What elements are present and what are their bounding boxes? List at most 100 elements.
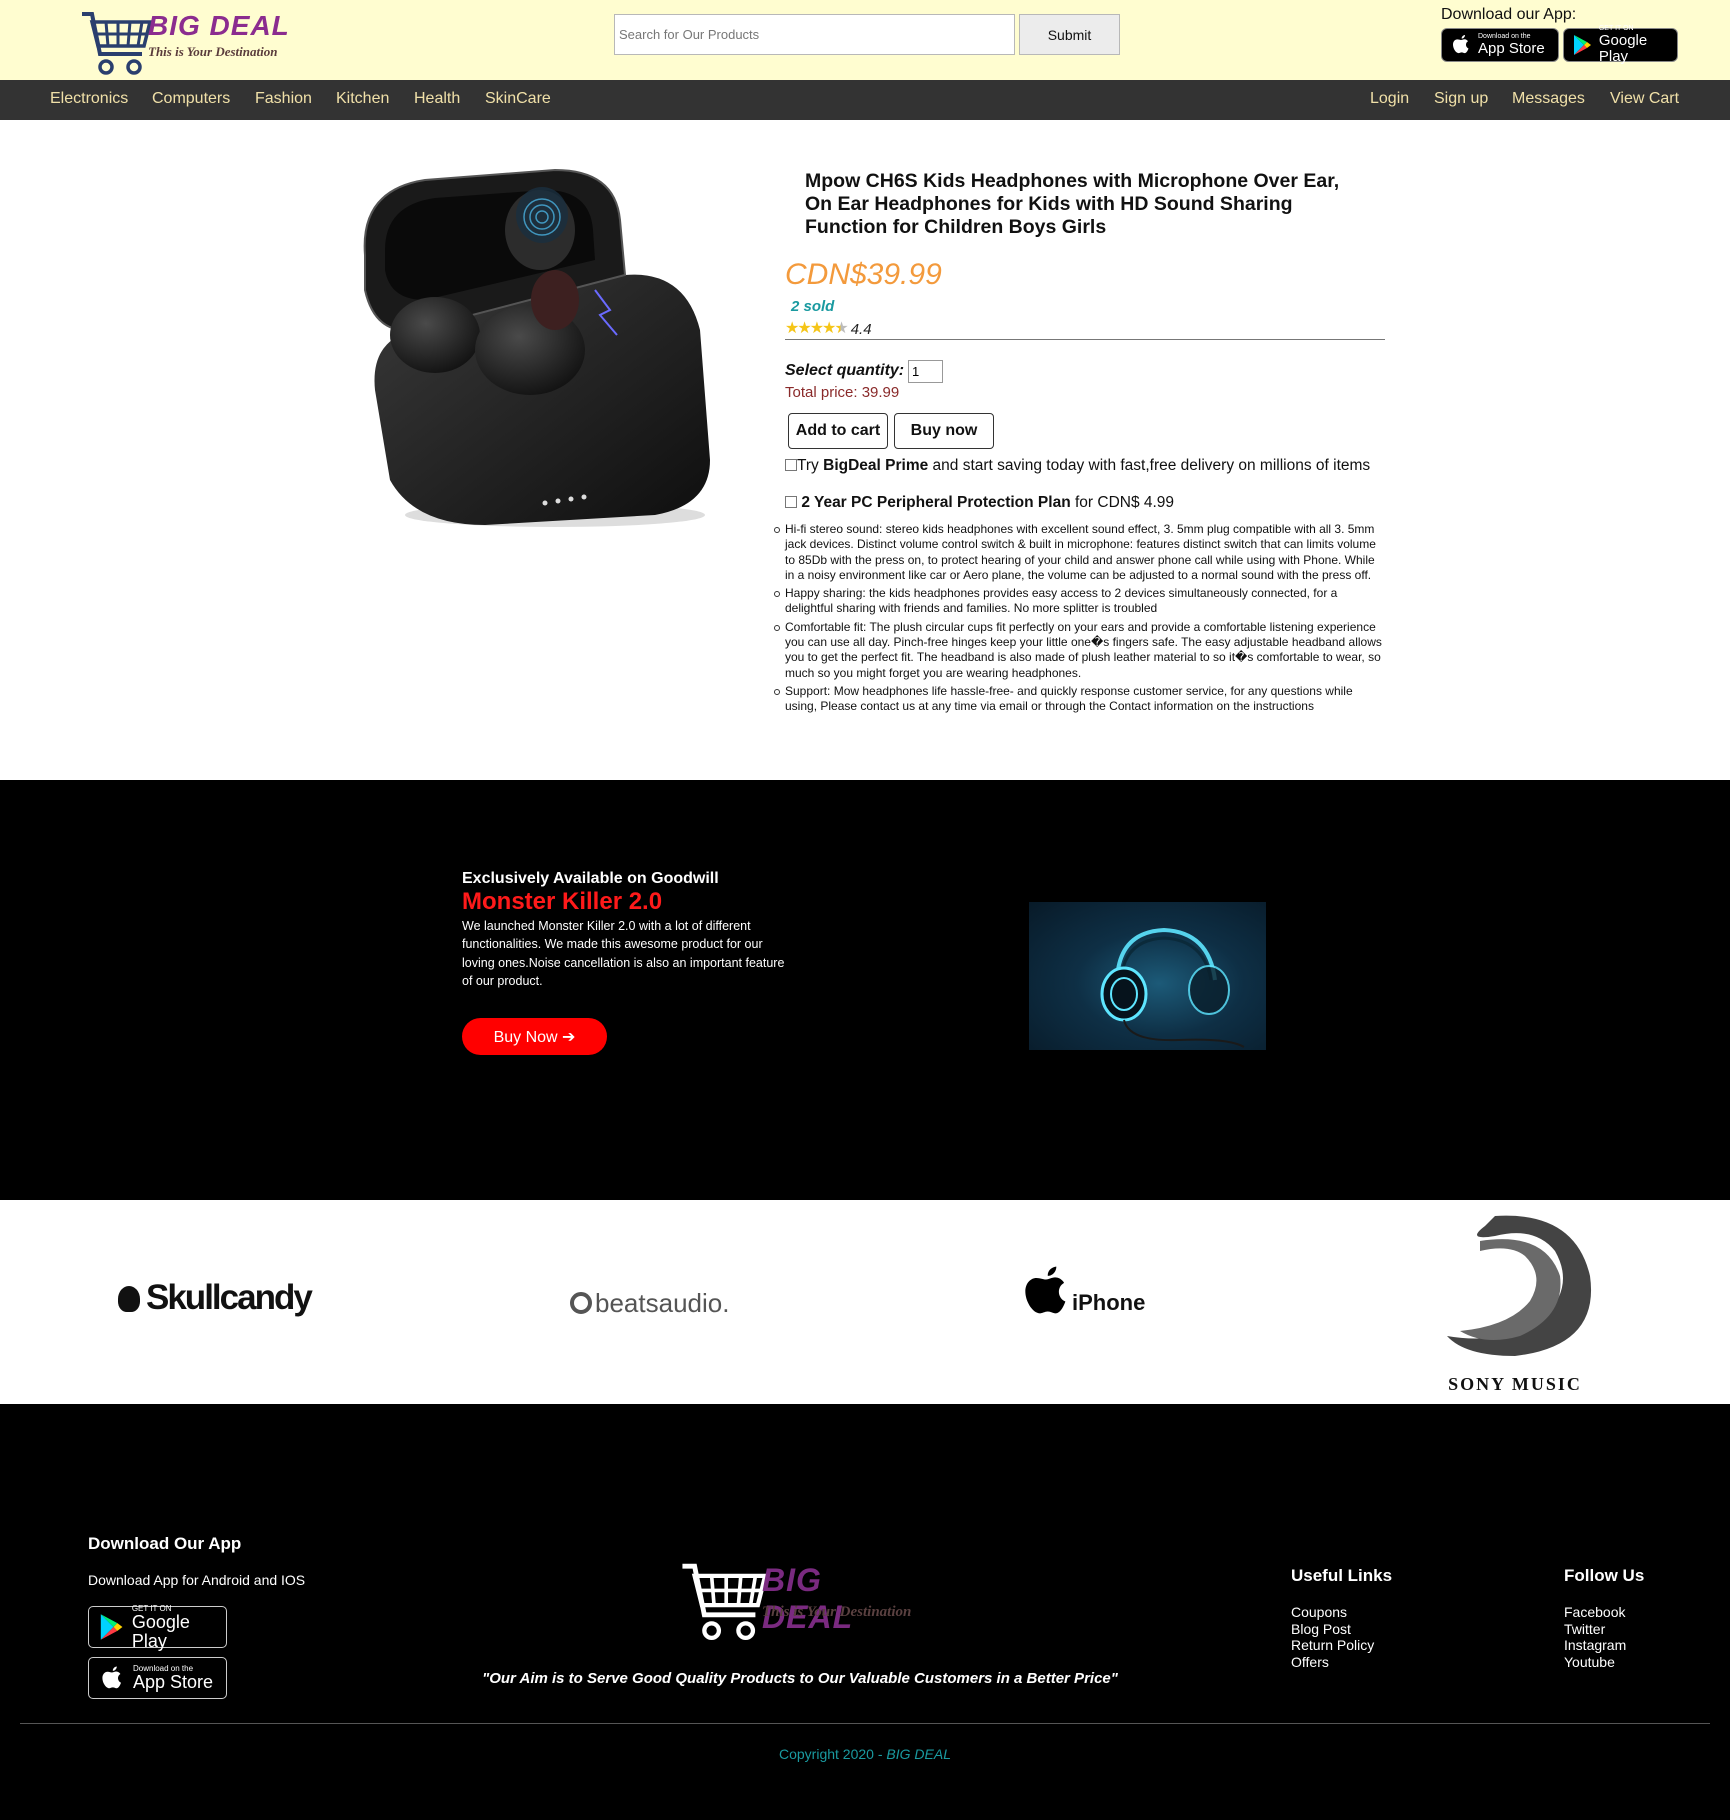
logo-title: BIG DEAL [148, 10, 290, 41]
nav-messages[interactable]: Messages [1512, 90, 1585, 108]
link-offers[interactable]: Offers [1291, 1654, 1374, 1671]
promo-buy-now-button[interactable]: Buy Now ➔ [462, 1018, 607, 1055]
nav-fashion[interactable]: Fashion [255, 90, 312, 108]
feature-list: Hi-fi stereo sound: stereo kids headphon… [774, 522, 1385, 718]
link-twitter[interactable]: Twitter [1564, 1621, 1626, 1638]
site-logo[interactable]: BIG DEAL This is Your Destination [80, 4, 290, 78]
footer-download-heading: Download Our App [88, 1534, 242, 1553]
follow-links-list: Facebook Twitter Instagram Youtube [1564, 1604, 1626, 1670]
rating: ★★★★★ 4.4 [785, 320, 872, 338]
apple-icon [97, 1663, 127, 1693]
beats-text: beatsaudio. [595, 1288, 730, 1318]
rating-stars: ★★★★★ [785, 320, 849, 338]
prime-option: Try BigDeal Prime and start saving today… [785, 457, 1385, 475]
download-app-label: Download our App: [1441, 6, 1577, 23]
footer: Download Our App Download App for Androi… [0, 1404, 1730, 1820]
nav-computers[interactable]: Computers [152, 90, 230, 108]
total-price: Total price: 39.99 [785, 384, 900, 401]
sony-music-swirl-icon [1447, 1215, 1592, 1356]
google-play-icon [1570, 32, 1595, 58]
product-title: Mpow CH6S Kids Headphones with Microphon… [805, 170, 1340, 238]
google-play-text: GET IT ON Google Play [1599, 25, 1677, 65]
feature-item: Comfortable fit: The plush circular cups… [774, 620, 1385, 681]
prime-suffix: and start saving today with fast,free de… [928, 457, 1371, 474]
apple-icon [1448, 32, 1474, 58]
link-coupons[interactable]: Coupons [1291, 1604, 1374, 1621]
protection-plan-price: for CDN$ 4.99 [1070, 494, 1175, 511]
useful-links-list: Coupons Blog Post Return Policy Offers [1291, 1604, 1374, 1670]
divider [785, 339, 1385, 340]
useful-links-heading: Useful Links [1291, 1566, 1393, 1585]
footer-download-text: Download App for Android and IOS [88, 1572, 306, 1588]
sony-music-logo[interactable]: SONY MUSIC [1425, 1206, 1605, 1400]
quantity-label: Select quantity: [785, 362, 905, 379]
headphones-image [1029, 902, 1266, 1050]
footer-logo[interactable]: BIG DEAL This is Your Destination [680, 1554, 920, 1644]
nav-health[interactable]: Health [414, 90, 460, 108]
follow-us-heading: Follow Us [1564, 1566, 1645, 1585]
link-instagram[interactable]: Instagram [1564, 1637, 1626, 1654]
search-input[interactable] [614, 14, 1015, 55]
footer-app-store-text: Download on the App Store [133, 1664, 213, 1692]
google-play-badge[interactable]: GET IT ON Google Play [1563, 25, 1678, 65]
nav-electronics[interactable]: Electronics [50, 90, 128, 108]
footer-quote: "Our Aim is to Serve Good Quality Produc… [482, 1670, 1118, 1687]
copyright: Copyright 2020 - BIG DEAL [0, 1746, 1730, 1762]
footer-app-store-badge[interactable]: Download on the App Store [88, 1657, 227, 1699]
footer-google-play-text: GET IT ON Google Play [132, 1604, 226, 1651]
product-price: CDN$39.99 [785, 258, 942, 291]
app-store-badge[interactable]: Download on the App Store [1441, 28, 1559, 62]
skull-icon [118, 1286, 140, 1312]
iphone-text: iPhone [1072, 1290, 1146, 1315]
search-submit-button[interactable]: Submit [1019, 14, 1120, 55]
iphone-logo[interactable]: iPhone [1020, 1264, 1145, 1332]
brands-strip: Skullcandy beatsaudio. iPhone SONY MUSIC [0, 1200, 1730, 1404]
link-return-policy[interactable]: Return Policy [1291, 1637, 1374, 1654]
protection-plan-option: 2 Year PC Peripheral Protection Plan for… [785, 494, 1174, 512]
google-play-big: Google Play [1598, 32, 1648, 65]
protection-plan-name: 2 Year PC Peripheral Protection Plan [801, 494, 1071, 511]
footer-google-play-badge[interactable]: GET IT ON Google Play [88, 1604, 227, 1651]
sold-count: 2 sold [791, 298, 835, 315]
promo-title: Monster Killer 2.0 [462, 888, 663, 915]
link-blog-post[interactable]: Blog Post [1291, 1621, 1374, 1638]
rating-value: 4.4 [850, 320, 872, 338]
nav-kitchen[interactable]: Kitchen [336, 90, 389, 108]
skullcandy-logo[interactable]: Skullcandy [118, 1278, 313, 1318]
product-image [355, 160, 725, 540]
footer-logo-tagline: This is Your Destination [762, 1604, 912, 1620]
nav-view-cart[interactable]: View Cart [1610, 90, 1679, 108]
feature-item: Support: Mow headphones life hassle-free… [774, 684, 1385, 715]
promo-kicker: Exclusively Available on Goodwill [462, 870, 719, 887]
apple-icon [1020, 1264, 1072, 1332]
buy-now-button[interactable]: Buy now [894, 413, 994, 449]
nav-skincare[interactable]: SkinCare [485, 90, 551, 108]
half-star-icon: ★ [834, 320, 849, 337]
protection-plan-checkbox[interactable] [785, 496, 797, 508]
quantity-input[interactable] [908, 360, 943, 383]
nav-login[interactable]: Login [1370, 90, 1409, 108]
main-nav: Electronics Computers Fashion Kitchen He… [0, 80, 1730, 120]
link-facebook[interactable]: Facebook [1564, 1604, 1626, 1621]
footer-divider [20, 1723, 1710, 1724]
skullcandy-text: Skullcandy [146, 1278, 313, 1317]
footer-google-play-big: Google Play [131, 1611, 190, 1651]
promo-description: We launched Monster Killer 2.0 with a lo… [462, 919, 785, 988]
feature-item: Hi-fi stereo sound: stereo kids headphon… [774, 522, 1385, 583]
copyright-prefix: Copyright 2020 - [779, 1746, 887, 1762]
google-play-icon [97, 1612, 126, 1642]
beats-logo[interactable]: beatsaudio. [570, 1288, 729, 1319]
sony-music-text: SONY MUSIC [1448, 1374, 1582, 1394]
shopping-cart-icon [82, 12, 153, 75]
promo-banner: Exclusively Available on Goodwill Monste… [0, 780, 1730, 1200]
link-youtube[interactable]: Youtube [1564, 1654, 1626, 1671]
page: { "header": { "logo_title": "BIG DEAL", … [0, 0, 1730, 1820]
app-store-text: Download on the App Store [1478, 33, 1545, 57]
nav-signup[interactable]: Sign up [1434, 90, 1488, 108]
top-bar: BIG DEAL This is Your Destination Submit… [0, 0, 1730, 80]
prime-brand: BigDeal Prime [823, 457, 929, 474]
beats-icon [570, 1292, 592, 1314]
prime-checkbox[interactable] [785, 459, 797, 471]
prime-prefix: Try [797, 457, 824, 474]
add-to-cart-button[interactable]: Add to cart [788, 413, 888, 449]
